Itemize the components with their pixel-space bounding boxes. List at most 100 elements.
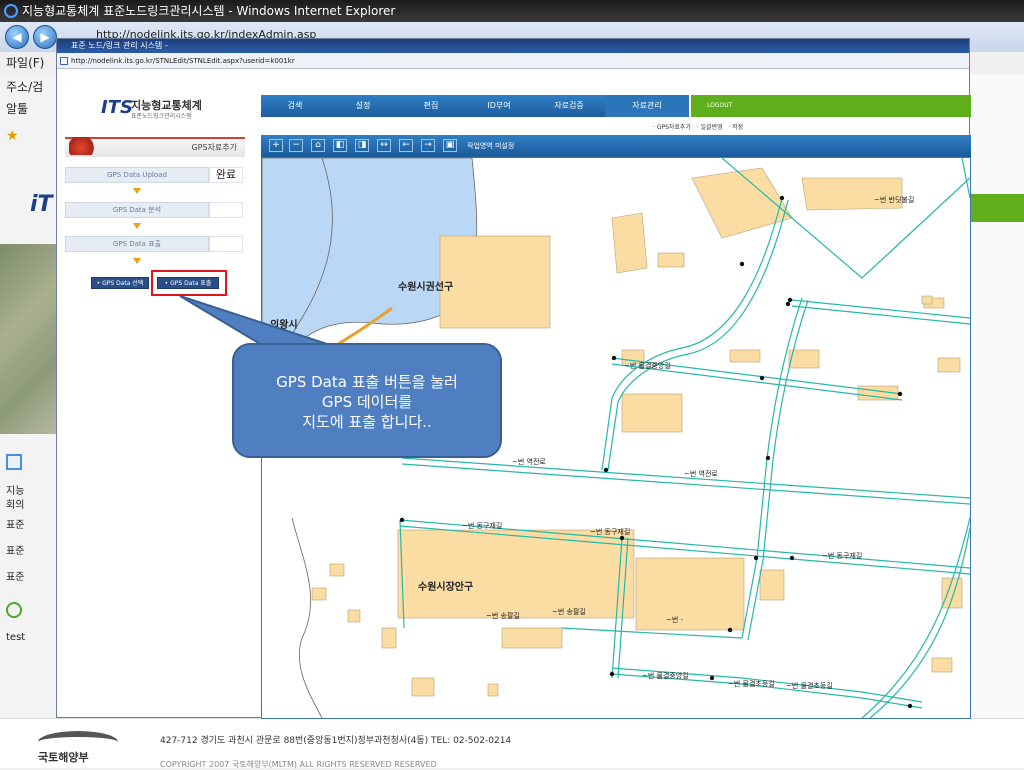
outer-logo-icon: iT <box>30 192 53 217</box>
nav-data-manage[interactable]: 자료관리 <box>605 95 689 117</box>
logout-button[interactable]: LOGOUT <box>707 102 732 109</box>
logo-subtitle: 표준노드링크관리시스템 <box>131 113 192 120</box>
road-label: ~번 물결중앙길 <box>642 671 689 680</box>
building <box>921 295 933 305</box>
label-city: 의왕시 <box>270 318 298 331</box>
node <box>609 671 615 677</box>
select-icon[interactable]: ◧ <box>333 139 347 152</box>
building <box>691 167 793 239</box>
footer-address: 427-712 경기도 과천시 관문로 88번(중앙동1번지)정부과천청사(4동… <box>160 736 512 746</box>
sub-nav: · GPS자료추가 · 일괄반영 · 저장 <box>653 122 743 131</box>
home-icon[interactable]: ⌂ <box>311 139 325 152</box>
page-icon <box>60 57 68 65</box>
road <box>401 457 970 499</box>
building <box>329 563 345 577</box>
label-district1: 수원시권선구 <box>398 280 453 293</box>
callout-line: GPS 데이터를 <box>321 393 413 411</box>
node <box>779 195 785 201</box>
node <box>759 375 765 381</box>
step-upload: GPS Data Upload <box>65 167 209 183</box>
node <box>907 703 913 709</box>
node <box>789 555 795 561</box>
building <box>611 212 648 274</box>
outer-page-right <box>968 74 1024 768</box>
road-label: ~번 물결중앙길 <box>624 361 671 370</box>
side-row: 주소/검 <box>6 80 44 94</box>
building <box>635 557 745 631</box>
road-label: ~번 물결초등길 <box>786 681 833 690</box>
browser-titlebar: 지능형교통체계 표준노드링크관리시스템 - Windows Internet E… <box>0 0 1024 22</box>
node <box>753 555 759 561</box>
label-district2: 수원시장안구 <box>418 580 473 593</box>
star-icon[interactable]: ★ <box>6 128 19 144</box>
deselect-icon[interactable]: ◨ <box>355 139 369 152</box>
step-display: GPS Data 표출 <box>65 236 209 252</box>
notice-item[interactable]: 회의 <box>6 496 24 511</box>
building <box>621 393 683 433</box>
back-button[interactable]: ◀ <box>5 25 29 49</box>
notice-item[interactable]: 지능 <box>6 482 24 497</box>
zoom-in-icon[interactable]: + <box>269 139 283 152</box>
popup-url[interactable]: http://nodelink.its.go.kr/STNLEdit/STNLE… <box>71 57 295 65</box>
building <box>487 683 499 697</box>
subnav-batch-apply[interactable]: · 일괄반영 <box>697 124 723 131</box>
boundary-line <box>291 517 323 718</box>
building <box>411 677 435 697</box>
step-display-status <box>209 236 243 252</box>
main-nav: 검색 설정 편집 ID부여 자료검증 자료관리 <box>261 95 689 117</box>
road <box>861 517 970 718</box>
subnav-save[interactable]: · 저장 <box>728 124 743 131</box>
pan-icon[interactable]: ↔ <box>377 139 391 152</box>
green-bar <box>968 194 1024 222</box>
notice-item[interactable]: 표준 <box>6 542 24 557</box>
nav-settings[interactable]: 설정 <box>329 95 397 117</box>
building <box>759 569 785 601</box>
gps-panel-title: GPS자료추가 <box>191 143 237 152</box>
down-arrow-icon <box>133 223 141 229</box>
notice-item[interactable]: 표준 <box>6 516 24 531</box>
node <box>897 391 903 397</box>
its-logo-icon: ITS <box>101 97 133 118</box>
building <box>347 609 361 623</box>
building <box>788 349 820 369</box>
footer-org: 국토해양부 <box>38 751 89 764</box>
nav-edit[interactable]: 편집 <box>397 95 465 117</box>
panel-decoration-icon <box>69 137 99 155</box>
menu-file[interactable]: 파일(F) <box>0 52 60 74</box>
gps-panel-header: GPS자료추가 <box>65 137 245 157</box>
nav-validate[interactable]: 자료검증 <box>533 95 605 117</box>
browser-title: 지능형교통체계 표준노드링크관리시스템 - Windows Internet E… <box>22 4 396 18</box>
road-label: ~번 동구재길 <box>822 551 862 560</box>
map-toolbar: + − ⌂ ◧ ◨ ↔ ← → ▣ 작업영역 미설정 <box>261 135 971 157</box>
callout-line: 지도에 표출 합니다.. <box>302 413 432 431</box>
forward-button[interactable]: ▶ <box>33 25 57 49</box>
notice-item[interactable]: test <box>6 632 25 643</box>
road <box>961 158 970 199</box>
nav-id-assign[interactable]: ID부여 <box>465 95 533 117</box>
building <box>801 177 903 211</box>
step-analyze-status <box>209 202 243 218</box>
road-label: ~번 송팔길 <box>552 607 586 616</box>
building <box>439 235 551 329</box>
road-label: ~번 동구재길 <box>462 521 502 530</box>
side-row: 알툴 <box>6 102 29 116</box>
node <box>739 261 745 267</box>
node <box>709 675 715 681</box>
nav-search[interactable]: 검색 <box>261 95 329 117</box>
highlight-box <box>151 270 227 296</box>
road-label: ~번 물결초등길 <box>728 679 775 688</box>
road-label: ~번 역전로 <box>512 457 546 466</box>
prev-extent-icon[interactable]: ← <box>399 139 413 152</box>
popup-window: 표준 노드/링크 관리 시스템 - http://nodelink.its.go… <box>56 38 971 719</box>
logout-bar: LOGOUT <box>691 95 971 117</box>
aerial-photo <box>0 244 58 434</box>
next-extent-icon[interactable]: → <box>421 139 435 152</box>
subnav-gps-add[interactable]: · GPS자료추가 <box>653 124 691 131</box>
notice-item[interactable]: 표준 <box>6 568 24 583</box>
gps-data-select-button[interactable]: • GPS Data 선택 <box>91 277 149 289</box>
zoom-out-icon[interactable]: − <box>289 139 303 152</box>
footer-copyright: COPYRIGHT 2007 국토해양부(MLTM) ALL RIGHTS RE… <box>160 760 437 769</box>
extent-icon[interactable]: ▣ <box>443 139 457 152</box>
building <box>729 349 761 363</box>
popup-addressbar[interactable]: http://nodelink.its.go.kr/STNLEdit/STNLE… <box>57 53 969 69</box>
